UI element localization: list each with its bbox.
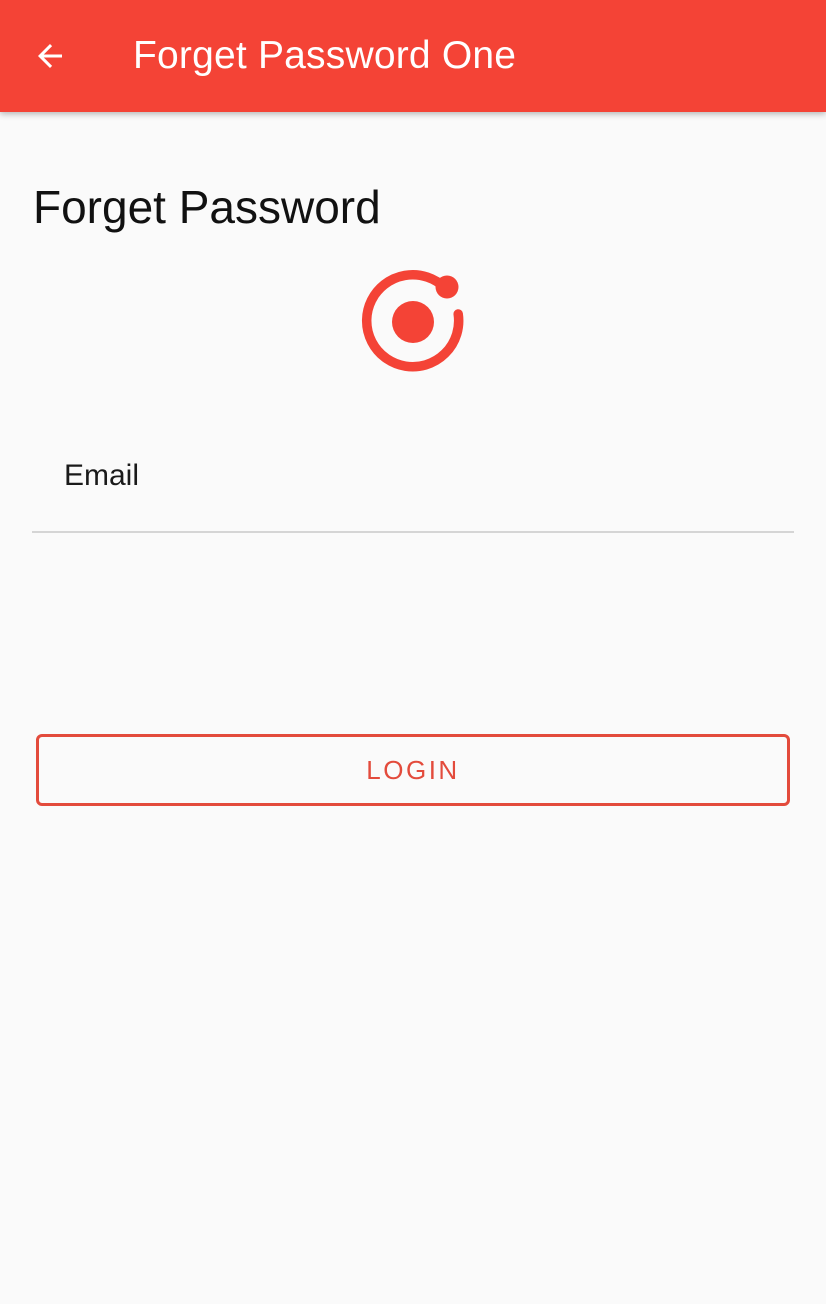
app-bar: Forget Password One — [0, 0, 826, 112]
back-button[interactable] — [22, 28, 78, 84]
login-button[interactable]: LOGIN — [36, 734, 790, 806]
email-field[interactable]: Email — [32, 432, 794, 533]
arrow-back-icon — [32, 38, 68, 74]
email-input[interactable] — [32, 432, 794, 531]
ionic-logo-icon — [357, 262, 469, 374]
page-content: Forget Password Email LOGIN — [0, 112, 826, 1304]
page-heading: Forget Password — [33, 181, 381, 233]
app-bar-title: Forget Password One — [133, 34, 517, 77]
